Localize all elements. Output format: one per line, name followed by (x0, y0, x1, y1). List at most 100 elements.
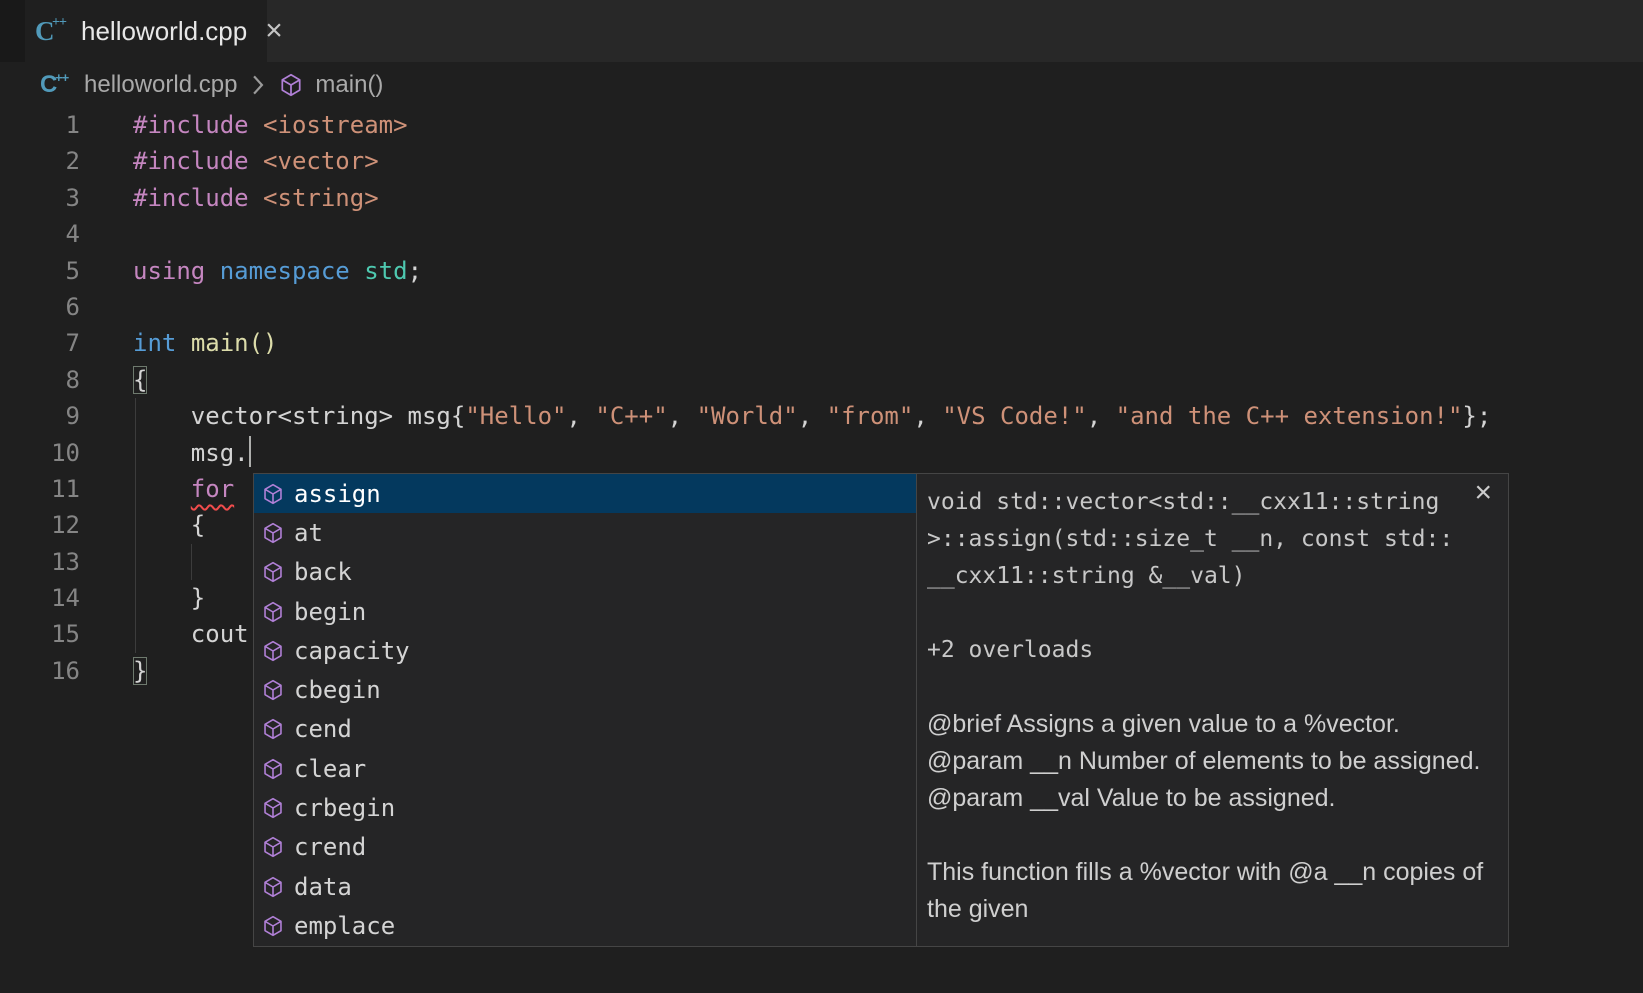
breadcrumb-file[interactable]: helloworld.cpp (84, 71, 237, 99)
code-token: std (364, 257, 407, 285)
tab-bar: C++ helloworld.cpp × (0, 0, 1643, 62)
code-token: { (133, 511, 205, 539)
indent-guide (135, 398, 136, 653)
cpp-file-icon: C++ (40, 73, 72, 97)
line-number-gutter: 12345678910111213141516 (0, 107, 80, 689)
description-line: @brief Assigns a given value to a %vecto… (927, 706, 1494, 743)
code-token (133, 475, 191, 503)
line-number: 13 (0, 544, 80, 580)
suggestion-label: cend (294, 715, 352, 743)
line-number: 16 (0, 653, 80, 689)
method-cube-icon (262, 483, 284, 505)
description-line (927, 817, 1494, 854)
suggestion-label: begin (294, 598, 366, 626)
code-token: "C++" (595, 402, 667, 430)
code-token: #include (133, 184, 249, 212)
overloads-label: +2 overloads (927, 632, 1494, 669)
code-token: <vector> (263, 147, 379, 175)
suggestion-item-crbegin[interactable]: crbegin (254, 788, 916, 827)
description-line: @param __n Number of elements to be assi… (927, 743, 1494, 780)
code-token: msg. (133, 439, 249, 467)
line-number: 12 (0, 507, 80, 543)
tab-helloworld[interactable]: C++ helloworld.cpp × (25, 0, 267, 62)
line-number: 5 (0, 253, 80, 289)
line-number: 11 (0, 471, 80, 507)
code-token: for (191, 475, 234, 503)
code-token: , (668, 402, 697, 430)
code-line[interactable]: #include <vector> (133, 143, 1491, 179)
line-number: 14 (0, 580, 80, 616)
suggestion-item-at[interactable]: at (254, 513, 916, 552)
line-number: 7 (0, 325, 80, 361)
method-cube-icon (262, 640, 284, 662)
suggestion-item-emplace[interactable]: emplace (254, 906, 916, 945)
suggestion-label: cbegin (294, 676, 381, 704)
code-token: main() (191, 329, 278, 357)
suggestion-item-capacity[interactable]: capacity (254, 631, 916, 670)
signature-line: void std::vector<std::__cxx11::string (927, 484, 1494, 521)
code-token: { (133, 366, 147, 394)
code-token: #include (133, 111, 249, 139)
suggestion-label: crend (294, 833, 366, 861)
suggestion-item-cbegin[interactable]: cbegin (254, 670, 916, 709)
suggestion-item-data[interactable]: data (254, 867, 916, 906)
method-cube-icon (262, 758, 284, 780)
method-cube-icon (262, 718, 284, 740)
suggestion-item-crend[interactable]: crend (254, 828, 916, 867)
code-token: "from" (827, 402, 914, 430)
code-line[interactable]: int main() (133, 325, 1491, 361)
method-cube-icon (262, 915, 284, 937)
line-number: 15 (0, 616, 80, 652)
line-number: 10 (0, 435, 80, 471)
code-line[interactable]: msg. (133, 435, 1491, 471)
code-token: "World" (697, 402, 798, 430)
code-token: "VS Code!" (942, 402, 1087, 430)
method-cube-icon (262, 679, 284, 701)
suggestion-item-back[interactable]: back (254, 553, 916, 592)
suggestion-label: emplace (294, 912, 395, 940)
tab-close-icon[interactable]: × (265, 16, 283, 46)
code-token: "Hello" (465, 402, 566, 430)
tab-bar-left-strip (0, 0, 25, 62)
code-line[interactable]: { (133, 362, 1491, 398)
code-line[interactable]: #include <string> (133, 180, 1491, 216)
code-token: , (567, 402, 596, 430)
code-token: <iostream> (263, 111, 408, 139)
signature-line: __cxx11::string &__val) (927, 558, 1494, 595)
code-token: } (133, 584, 205, 612)
suggestion-label: at (294, 519, 323, 547)
code-token: using (133, 257, 205, 285)
code-token: namespace (220, 257, 350, 285)
code-token (176, 329, 190, 357)
function-signature: void std::vector<std::__cxx11::string>::… (927, 484, 1494, 595)
code-line[interactable]: vector<string> msg{"Hello", "C++", "Worl… (133, 398, 1491, 434)
intellisense-suggest-widget: assign at back begin capacity cbegin cen… (253, 473, 1509, 947)
code-token: <string> (263, 184, 379, 212)
description-line: @param __val Value to be assigned. (927, 780, 1494, 817)
code-line[interactable]: using namespace std; (133, 253, 1491, 289)
method-cube-icon (262, 797, 284, 819)
code-token: int (133, 329, 176, 357)
code-line[interactable]: #include <iostream> (133, 107, 1491, 143)
suggestion-item-begin[interactable]: begin (254, 592, 916, 631)
suggestion-item-clear[interactable]: clear (254, 749, 916, 788)
breadcrumb-symbol[interactable]: main() (315, 71, 383, 99)
code-token (249, 111, 263, 139)
line-number: 2 (0, 143, 80, 179)
suggestion-label: data (294, 873, 352, 901)
suggestion-label: assign (294, 480, 381, 508)
code-line[interactable] (133, 216, 1491, 252)
docs-close-icon[interactable]: × (1474, 478, 1492, 508)
indent-guide (191, 544, 192, 580)
suggestion-item-cend[interactable]: cend (254, 710, 916, 749)
method-cube-icon (262, 561, 284, 583)
breadcrumb: C++ helloworld.cpp main() (0, 62, 1643, 107)
line-number: 4 (0, 216, 80, 252)
code-token: }; (1462, 402, 1491, 430)
tab-title: helloworld.cpp (81, 16, 247, 47)
cpp-file-icon: C++ (35, 18, 69, 45)
chevron-right-icon (251, 74, 265, 96)
code-line[interactable] (133, 289, 1491, 325)
suggestion-item-assign[interactable]: assign (254, 474, 916, 513)
code-token: vector<string> msg{ (133, 402, 465, 430)
